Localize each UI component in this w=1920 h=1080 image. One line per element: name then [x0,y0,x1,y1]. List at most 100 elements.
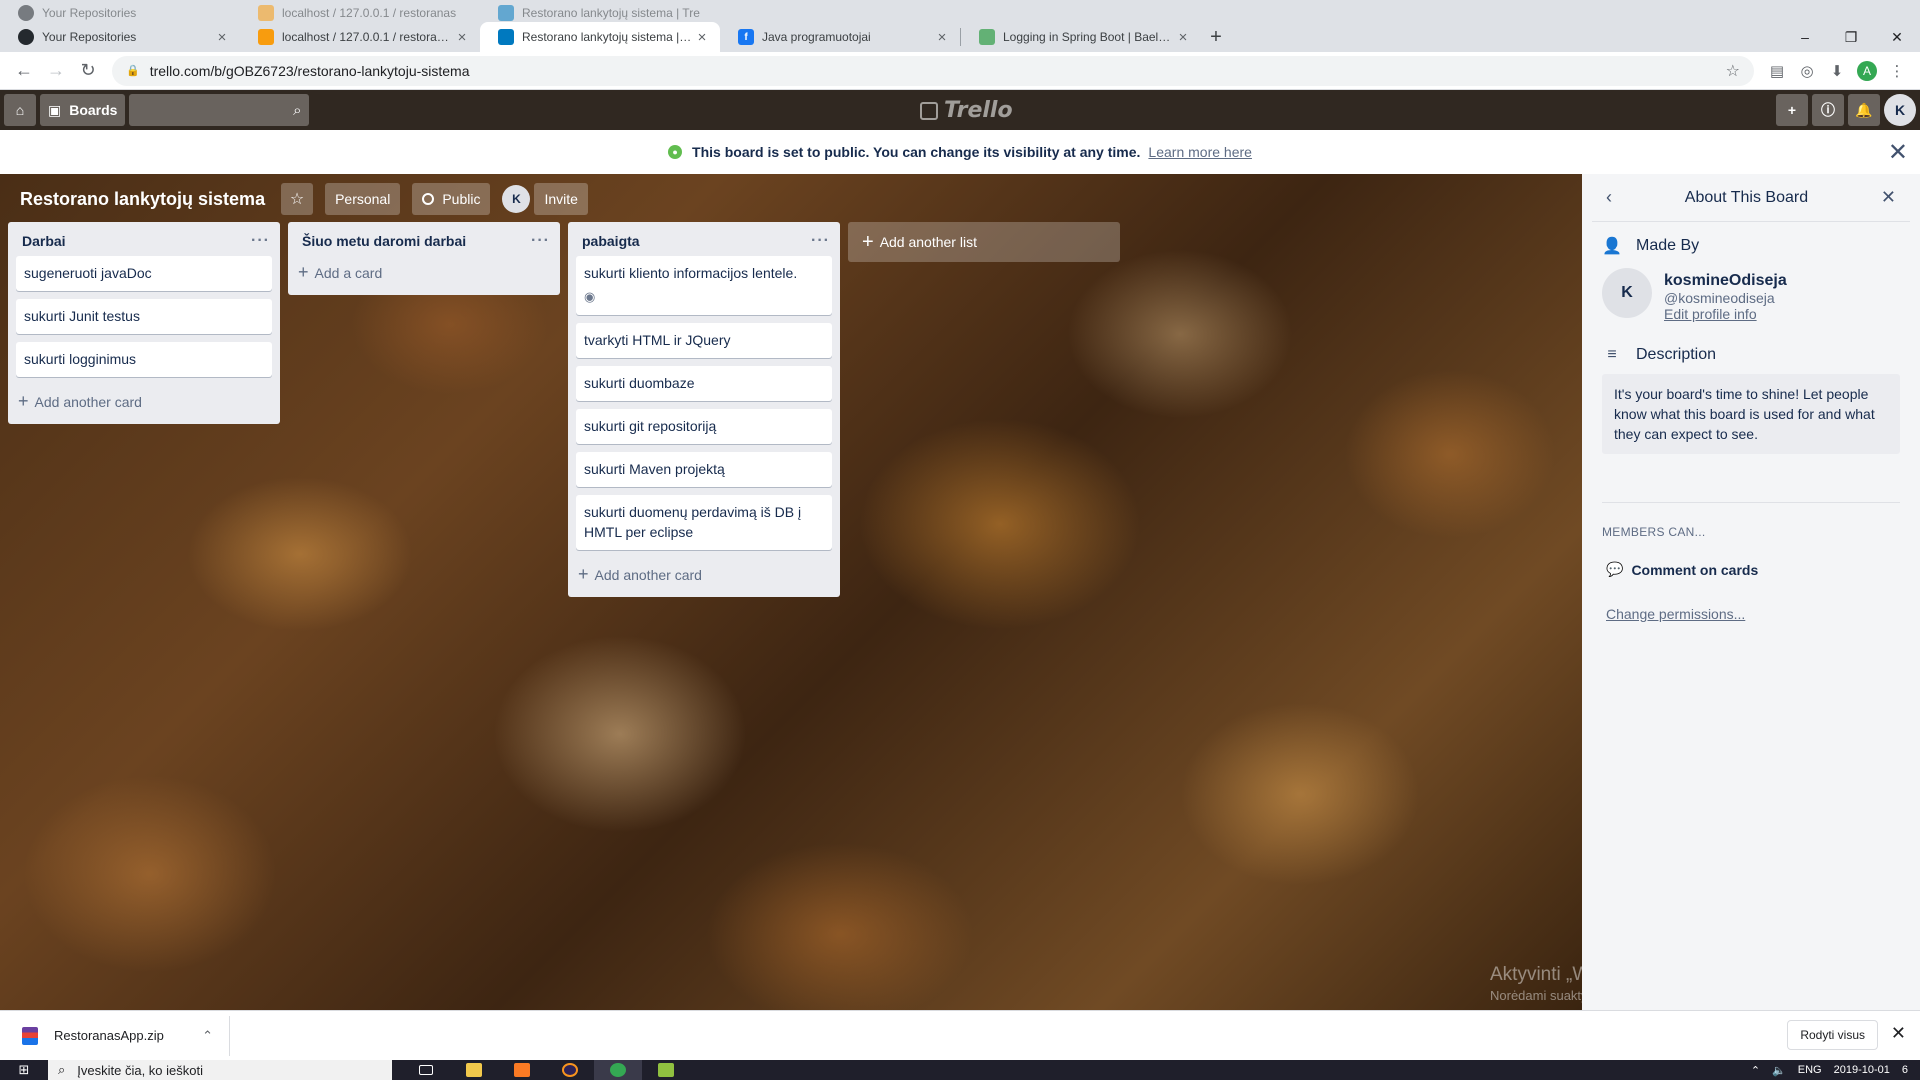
new-tab-button[interactable]: + [1201,26,1231,49]
tab-close-icon[interactable]: × [214,29,230,46]
trello-logo[interactable]: Trello [920,98,1013,123]
close-icon[interactable]: ✕ [1891,1023,1906,1044]
volume-icon[interactable]: 🔈 [1772,1064,1786,1077]
tab-logging-spring-boot[interactable]: Logging in Spring Boot | Baeldun × [961,22,1201,52]
url-text[interactable]: trello.com/b/gOBZ6723/restorano-lankytoj… [150,63,1726,79]
reload-icon[interactable]: ↻ [72,60,104,81]
card[interactable]: tvarkyti HTML ir JQuery [576,323,832,358]
window-close-button[interactable]: ✕ [1874,29,1920,46]
windows-start-icon[interactable]: ⊞ [0,1062,48,1078]
restore-button[interactable]: ❐ [1828,29,1874,46]
ghost-tab-title: Your Repositories [42,6,137,20]
tab-close-icon[interactable]: × [694,29,710,46]
visibility-button[interactable]: Public [412,183,491,215]
back-chevron-icon[interactable]: ‹ [1606,187,1612,208]
add-card-button[interactable]: + Add another card [8,385,280,420]
comment-icon: 💬 [1606,561,1624,577]
create-button[interactable]: + [1776,94,1808,126]
card[interactable]: sukurti git repositoriją [576,409,832,444]
eclipse-icon[interactable] [546,1060,594,1080]
user-avatar[interactable]: K [1884,94,1916,126]
boards-label: Boards [69,102,118,118]
list-title[interactable]: Darbai [22,233,66,249]
boards-icon: ▣ [48,101,62,118]
facebook-icon: f [738,29,754,45]
extension-circle-icon[interactable]: ◎ [1792,62,1822,80]
change-permissions-link[interactable]: Change permissions... [1582,578,1920,622]
tab-title: Your Repositories [42,30,137,44]
lists-container: Darbai ··· sugeneruoti javaDoc sukurti J… [8,222,1120,597]
tab-localhost[interactable]: localhost / 127.0.0.1 / restoranas × [240,22,480,52]
list-title[interactable]: pabaigta [582,233,640,249]
file-explorer-icon[interactable] [450,1060,498,1080]
notification-count[interactable]: 6 [1902,1064,1908,1076]
edit-profile-link[interactable]: Edit profile info [1664,306,1787,322]
invite-button[interactable]: Invite [534,183,588,215]
download-icon[interactable]: ⬇ [1822,62,1852,80]
add-card-label: Add another card [594,566,702,583]
card[interactable]: sukurti Junit testus [16,299,272,334]
show-all-downloads-button[interactable]: Rodyti visus [1787,1020,1878,1050]
forward-arrow-icon[interactable]: → [40,60,72,81]
boards-button[interactable]: ▣ Boards [40,94,126,126]
card[interactable]: sukurti kliento informacijos lentele. ◉ [576,256,832,315]
board-member-avatar[interactable]: K [502,185,531,213]
card[interactable]: sukurti logginimus [16,342,272,377]
card[interactable]: sugeneruoti javaDoc [16,256,272,291]
home-button[interactable]: ⌂ [4,94,36,126]
notepad-plus-icon[interactable] [642,1060,690,1080]
add-card-button[interactable]: + Add a card [288,256,560,291]
profile-avatar[interactable]: A [1852,60,1882,81]
card[interactable]: sukurti duombaze [576,366,832,401]
tab-your-repositories[interactable]: Your Repositories × [0,22,240,52]
card[interactable]: sukurti duomenų perdavimą iš DB į HMTL p… [576,495,832,550]
list-title[interactable]: Šiuo metu daromi darbai [302,233,466,249]
info-button[interactable]: ⓘ [1812,94,1844,126]
list-menu-icon[interactable]: ··· [531,232,550,250]
download-item[interactable]: RestoranasApp.zip ⌃ [14,1015,230,1056]
permission-item: 💬 Comment on cards [1582,539,1920,578]
star-board-button[interactable]: ☆ [281,183,314,215]
team-button[interactable]: Personal [325,183,401,215]
xampp-icon[interactable] [498,1060,546,1080]
list-menu-icon[interactable]: ··· [251,232,270,250]
menu-kebab-icon[interactable]: ⋮ [1882,62,1912,80]
tab-java-programuotojai[interactable]: f Java programuotojai × [720,22,960,52]
tab-close-icon[interactable]: × [1175,29,1191,46]
extension-document-icon[interactable]: ▤ [1762,62,1792,80]
address-bar[interactable]: 🔒 trello.com/b/gOBZ6723/restorano-lankyt… [112,55,1754,86]
add-list-button[interactable]: + Add another list [848,222,1120,262]
close-icon[interactable]: ✕ [1881,187,1896,208]
bookmark-star-icon[interactable]: ☆ [1726,61,1740,81]
list-menu-icon[interactable]: ··· [811,232,830,250]
tab-close-icon[interactable]: × [934,29,950,46]
tray-chevron-icon[interactable]: ⌃ [1751,1064,1760,1077]
description-box[interactable]: It's your board's time to shine! Let peo… [1602,374,1900,454]
taskbar-search-input[interactable]: ⌕ Įveskite čia, ko ieškoti [48,1060,392,1080]
bell-icon: 🔔 [1855,101,1873,118]
chevron-up-icon[interactable]: ⌃ [202,1028,213,1044]
panel-title: About This Board [1684,188,1809,206]
maker-avatar[interactable]: K [1602,268,1652,318]
card[interactable]: sukurti Maven projektą [576,452,832,487]
minimize-button[interactable]: – [1782,29,1828,46]
header-search-input[interactable]: ⌕ [129,94,310,126]
tab-close-icon[interactable]: × [454,29,470,46]
window-controls: – ❐ ✕ [1782,29,1920,46]
task-view-icon[interactable] [402,1060,450,1080]
board-title[interactable]: Restorano lankytojų sistema [20,189,265,210]
clock-date[interactable]: 2019-10-01 [1834,1064,1890,1076]
banner-close-icon[interactable]: ✕ [1888,138,1908,167]
watermark-subtitle: Norėdami suaktyvinti „Windows", eikite į… [1490,988,1582,1003]
learn-more-link[interactable]: Learn more here [1148,144,1252,160]
back-arrow-icon[interactable]: ← [8,60,40,81]
add-card-button[interactable]: + Add another card [568,558,840,593]
notifications-button[interactable]: 🔔 [1848,94,1880,126]
visibility-label: Public [442,191,481,207]
tab-title: Restorano lankytojų sistema | Tre [522,30,694,44]
language-indicator[interactable]: ENG [1798,1064,1822,1076]
chrome-icon[interactable] [594,1060,642,1080]
watermark-title: Aktyvinti „Windows" [1490,964,1582,985]
tab-trello-board[interactable]: Restorano lankytojų sistema | Tre × [480,22,720,52]
trello-icon [498,5,514,21]
